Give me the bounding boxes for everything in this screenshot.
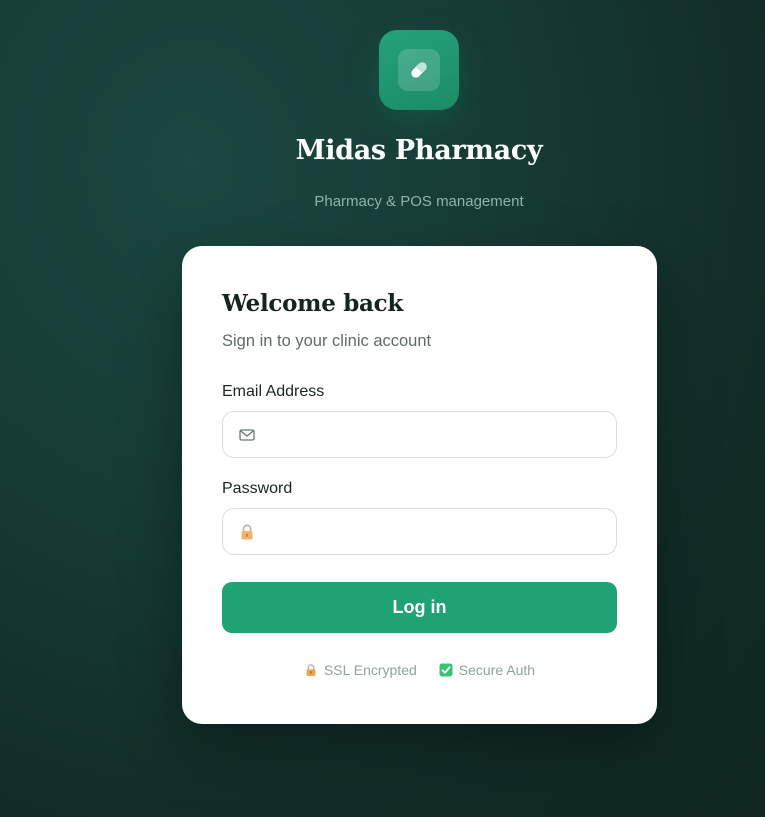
email-input[interactable] bbox=[269, 412, 599, 457]
login-button[interactable]: Log in bbox=[222, 582, 617, 633]
app-logo bbox=[379, 30, 459, 110]
security-badges: SSL Encrypted Secure Auth bbox=[182, 662, 657, 678]
lock-icon bbox=[238, 523, 256, 541]
pill-icon bbox=[398, 49, 440, 91]
brand-title: Midas Pharmacy bbox=[295, 135, 543, 166]
password-label: Password bbox=[222, 480, 293, 497]
check-box-icon bbox=[439, 663, 453, 677]
auth-badge-label: Secure Auth bbox=[458, 662, 536, 678]
email-field-container[interactable] bbox=[222, 411, 617, 458]
card-heading: Welcome back bbox=[222, 290, 403, 317]
card-subheading: Sign in to your clinic account bbox=[222, 332, 432, 350]
ssl-badge: SSL Encrypted bbox=[304, 662, 417, 678]
lock-icon bbox=[304, 663, 318, 677]
auth-badge: Secure Auth bbox=[439, 662, 535, 678]
password-input[interactable] bbox=[269, 509, 599, 554]
ssl-badge-label: SSL Encrypted bbox=[323, 662, 417, 678]
mail-icon bbox=[238, 426, 256, 444]
login-card: Welcome back Sign in to your clinic acco… bbox=[182, 246, 657, 724]
password-field-container[interactable] bbox=[222, 508, 617, 555]
brand-subtitle: Pharmacy & POS management bbox=[314, 193, 524, 210]
email-label: Email Address bbox=[222, 383, 325, 400]
